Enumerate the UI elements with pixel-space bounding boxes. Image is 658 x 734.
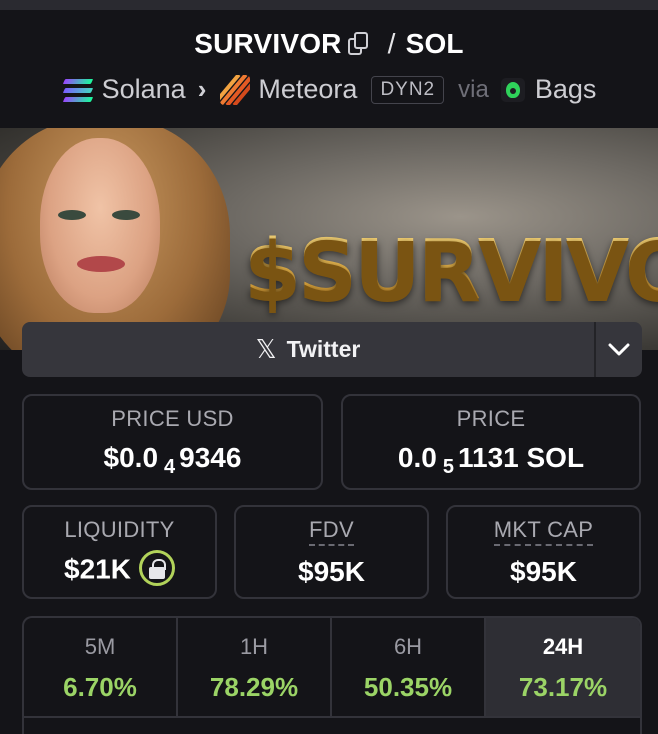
twitter-label: Twitter [286, 336, 361, 362]
social-links-bar: 𝕏 Twitter [22, 322, 642, 377]
dex-link[interactable]: Meteora [258, 74, 357, 105]
fdv-value: $95K [298, 556, 365, 587]
banner-portrait-lips [77, 256, 125, 272]
liquidity-value: $21K [64, 553, 131, 585]
period-label: 1H [239, 634, 269, 659]
pair-header: SURVIVOR / SOL Solana › Meteora DYN2 via B… [0, 10, 658, 128]
x-logo-icon: 𝕏 [255, 334, 277, 365]
top-edge-bar [0, 0, 658, 10]
fdv-label[interactable]: FDV [309, 517, 354, 546]
quote-symbol: SOL [405, 28, 464, 59]
liquidity-label: LIQUIDITY [64, 517, 175, 542]
solana-icon [62, 78, 94, 102]
twitter-button[interactable]: 𝕏 Twitter [22, 322, 594, 377]
meteora-icon [220, 74, 251, 105]
money-bag-icon [500, 77, 525, 102]
chevron-down-icon [608, 343, 630, 355]
price-native-value: 0.0 5 1131 SOL [397, 442, 585, 478]
launchpad-link[interactable]: Bags [535, 74, 597, 105]
tab-5m[interactable]: 5M 6.70% [24, 618, 178, 718]
token-banner-image: $SURVIVOR [0, 128, 658, 350]
pool-type-badge: DYN2 [371, 75, 445, 104]
tab-1h[interactable]: 1H 78.29% [178, 618, 332, 718]
market-cap-label[interactable]: MKT CAP [493, 517, 594, 546]
chevron-right-icon: › [197, 74, 207, 104]
more-links-dropdown[interactable] [594, 322, 642, 377]
liquidity-card: LIQUIDITY $21K [22, 505, 217, 599]
price-usd-card: PRICE USD $0.0 4 9346 [22, 394, 323, 490]
chain-breadcrumb: Solana › Meteora DYN2 via Bags [0, 74, 658, 105]
period-change: 73.17% [518, 672, 608, 702]
price-usd-value: $0.0 4 9346 [103, 442, 242, 478]
market-cap-card: MKT CAP $95K [446, 505, 641, 599]
fdv-card: FDV $95K [234, 505, 429, 599]
banner-portrait-face [40, 138, 160, 313]
period-change: 6.70% [63, 672, 137, 702]
pair-title: SURVIVOR / SOL [0, 28, 658, 60]
token-symbol: SURVIVOR [194, 28, 342, 59]
banner-ticker-text: $SURVIVOR [244, 223, 658, 318]
market-cap-value: $95K [510, 556, 577, 587]
period-change: 50.35% [363, 672, 453, 702]
price-usd-label: PRICE USD [111, 406, 234, 431]
period-label: 24H [542, 634, 584, 659]
lock-icon[interactable] [138, 550, 175, 586]
price-native-card: PRICE 0.0 5 1131 SOL [341, 394, 641, 490]
period-label: 6H [393, 634, 423, 659]
tab-24h[interactable]: 24H 73.17% [486, 618, 640, 718]
price-change-tabs: 5M 6.70% 1H 78.29% 6H 50.35% 24H 73.17% [22, 616, 642, 734]
period-label: 5M [84, 634, 116, 659]
via-label: via [458, 75, 489, 103]
period-change: 78.29% [209, 672, 299, 702]
tab-6h[interactable]: 6H 50.35% [332, 618, 486, 718]
pair-separator: / [387, 28, 396, 59]
price-native-label: PRICE [456, 406, 526, 431]
chain-link[interactable]: Solana [102, 74, 186, 105]
copy-icon[interactable] [347, 31, 370, 56]
